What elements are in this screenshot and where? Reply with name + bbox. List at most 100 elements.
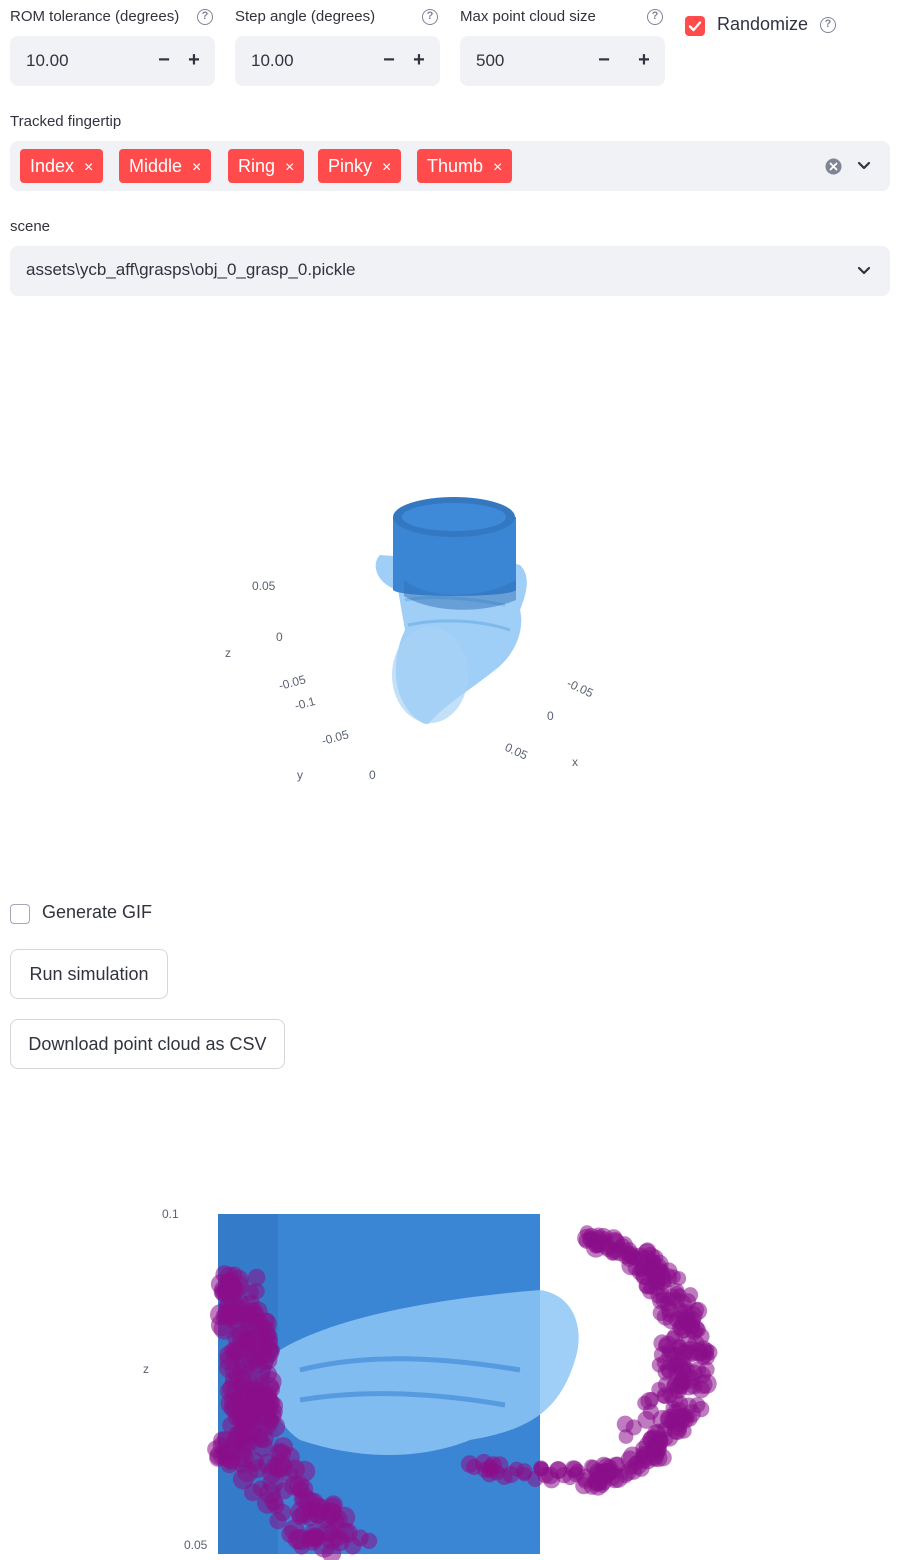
max-point-cloud-value[interactable]: 500 [476, 51, 504, 71]
point-marker [666, 1420, 686, 1440]
z-tick-label: 0.05 [184, 1538, 208, 1552]
rom-decrement-button[interactable]: − [150, 46, 178, 76]
point-marker [517, 1467, 532, 1482]
point-marker [360, 1532, 378, 1550]
point-marker [689, 1397, 706, 1414]
point-marker [637, 1395, 652, 1411]
z-tick-label: -0.1 [293, 694, 317, 713]
step-decrement-button[interactable]: − [375, 46, 403, 76]
point-marker [481, 1465, 498, 1483]
step-angle-value[interactable]: 10.00 [251, 51, 294, 71]
scene-select-value: assets\ycb_aff\grasps\obj_0_grasp_0.pick… [26, 260, 356, 279]
x-tick-label: -0.05 [565, 676, 596, 700]
point-marker [219, 1266, 239, 1286]
step-help-icon[interactable]: ? [422, 9, 438, 25]
point-marker [225, 1345, 244, 1363]
help-glyph: ? [651, 10, 659, 22]
tag-pinky: Pinky × [318, 149, 402, 183]
point-marker [700, 1342, 715, 1358]
randomize-help-icon[interactable]: ? [820, 17, 836, 33]
point-marker [273, 1437, 294, 1457]
check-icon [688, 21, 702, 32]
clear-all-icon[interactable] [825, 158, 842, 175]
point-marker [656, 1387, 674, 1405]
object-lid [402, 503, 506, 531]
rom-tolerance-value[interactable]: 10.00 [26, 51, 69, 71]
step-increment-button[interactable]: + [405, 46, 433, 76]
point-marker [227, 1425, 250, 1447]
point-marker [304, 1528, 324, 1548]
remove-tag-icon[interactable]: × [84, 159, 93, 176]
remove-tag-icon[interactable]: × [382, 159, 391, 176]
point-marker [224, 1397, 246, 1419]
z-tick-label: -0.05 [277, 672, 307, 693]
chevron-down-icon[interactable] [856, 264, 872, 278]
max-point-cloud-input[interactable]: 500 − + [460, 36, 665, 86]
y-axis-title: y [297, 768, 303, 782]
tag-label: Thumb [427, 156, 484, 176]
generate-gif-checkbox[interactable] [10, 904, 30, 924]
point-marker [243, 1373, 265, 1395]
point-marker [301, 1509, 318, 1527]
step-angle-input[interactable]: 10.00 − + [235, 36, 440, 86]
randomize-checkbox[interactable] [685, 16, 705, 36]
point-marker [263, 1395, 281, 1412]
tag-middle: Middle × [119, 149, 212, 183]
z-axis-title: z [143, 1362, 149, 1376]
point-marker [655, 1291, 674, 1310]
rom-tolerance-label: ROM tolerance (degrees) [10, 8, 180, 25]
download-csv-button[interactable]: Download point cloud as CSV [10, 1019, 285, 1069]
point-marker [232, 1468, 254, 1490]
remove-tag-icon[interactable]: × [493, 159, 502, 176]
y-tick-label: -0.05 [320, 727, 350, 748]
point-marker [213, 1284, 231, 1301]
tracked-fingertip-multiselect[interactable]: Index × Middle × Ring × Pinky × Thumb × [10, 141, 890, 191]
palm-mesh [392, 627, 468, 723]
y-tick-label: 0 [369, 768, 376, 782]
point-marker [666, 1356, 684, 1374]
point-marker [258, 1409, 278, 1430]
rom-help-icon[interactable]: ? [197, 9, 213, 25]
point-marker [638, 1277, 655, 1294]
point-marker [661, 1307, 677, 1323]
remove-tag-icon[interactable]: × [285, 159, 294, 176]
tag-label: Middle [129, 156, 183, 176]
scene-3d-plot[interactable]: 0.05 0 -0.05 -0.1 z -0.05 0 y -0.05 0 0.… [0, 300, 910, 860]
point-marker [284, 1519, 305, 1541]
randomize-label[interactable]: Randomize [717, 14, 808, 35]
point-marker [688, 1302, 705, 1318]
tag-thumb: Thumb × [417, 149, 513, 183]
point-marker [329, 1530, 350, 1552]
z-tick-label: 0.05 [252, 579, 276, 593]
x-axis-title: x [572, 755, 578, 769]
point-marker [610, 1243, 629, 1262]
point-marker [667, 1327, 684, 1345]
point-marker [284, 1476, 304, 1496]
tag-label: Ring [238, 156, 276, 176]
rom-increment-button[interactable]: + [180, 46, 208, 76]
max-points-decrement-button[interactable]: − [590, 46, 618, 76]
tag-label: Pinky [328, 156, 373, 176]
generate-gif-label[interactable]: Generate GIF [42, 902, 152, 923]
rom-tolerance-input[interactable]: 10.00 − + [10, 36, 215, 86]
scene-label: scene [10, 218, 51, 235]
tag-index: Index × [20, 149, 104, 183]
tag-label: Index [30, 156, 75, 176]
chevron-down-icon[interactable] [856, 159, 872, 173]
max-points-help-icon[interactable]: ? [647, 9, 663, 25]
point-cloud-3d-plot[interactable]: 0.1 z 0.05 [0, 1200, 910, 1560]
x-tick-label: 0.05 [503, 740, 530, 763]
point-marker [326, 1512, 345, 1530]
step-angle-label: Step angle (degrees) [235, 8, 376, 25]
run-simulation-button[interactable]: Run simulation [10, 949, 168, 999]
point-marker [568, 1466, 584, 1483]
tracked-fingertip-label: Tracked fingertip [10, 113, 122, 130]
point-marker [685, 1322, 703, 1340]
z-tick-label: 0.1 [162, 1207, 179, 1221]
point-marker [253, 1431, 270, 1449]
max-points-increment-button[interactable]: + [630, 46, 658, 76]
scene-select[interactable]: assets\ycb_aff\grasps\obj_0_grasp_0.pick… [10, 246, 890, 296]
remove-tag-icon[interactable]: × [192, 159, 201, 176]
z-tick-label: 0 [276, 630, 283, 644]
point-marker [657, 1277, 672, 1292]
